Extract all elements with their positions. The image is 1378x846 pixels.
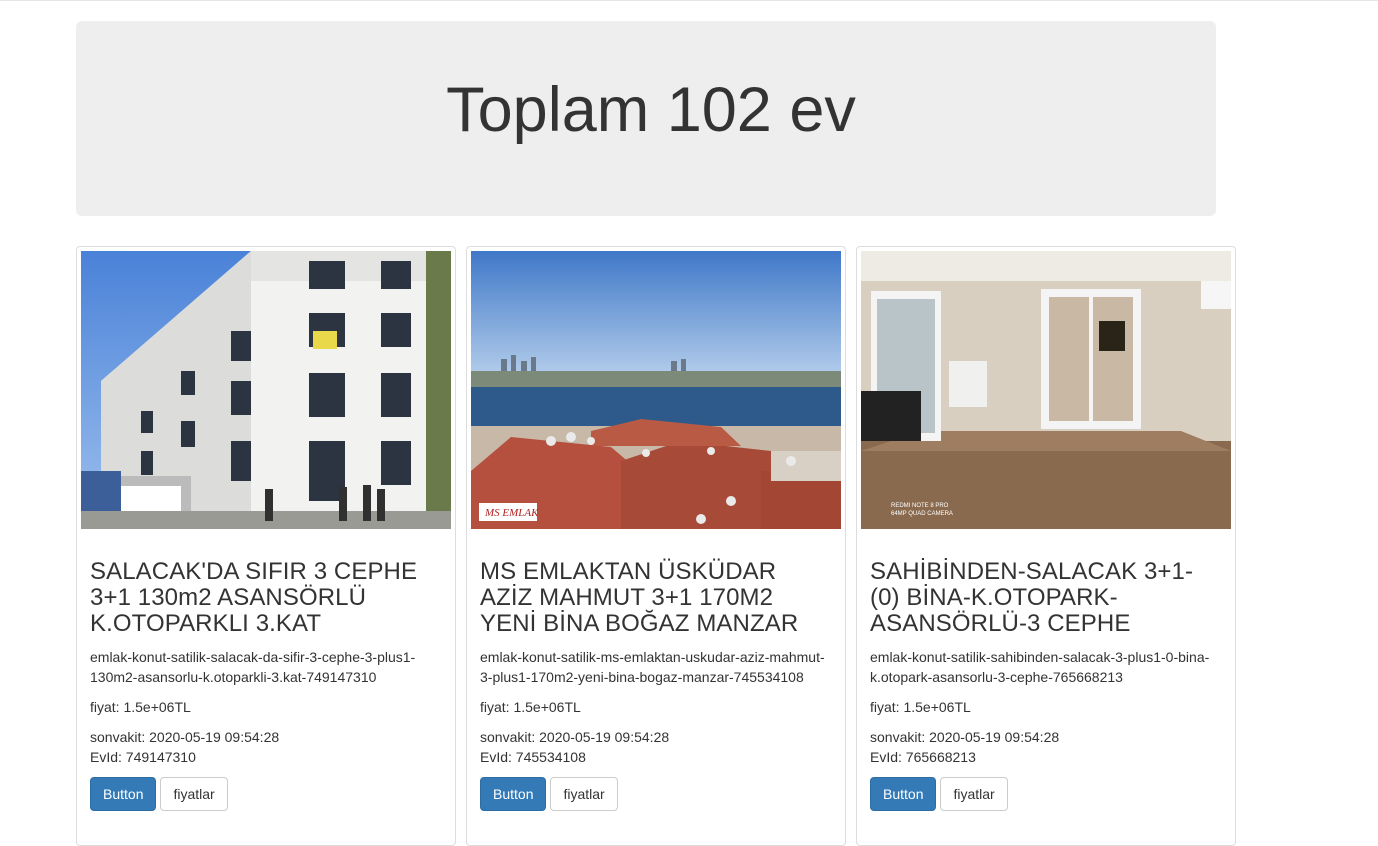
listing-actions: Button fiyatlar [90, 777, 442, 811]
listing-title: SAHİBİNDEN-SALACAK 3+1-(0) BİNA-K.OTOPAR… [870, 558, 1194, 637]
listing-slug: emlak-konut-satilik-sahibinden-salacak-3… [870, 649, 1210, 685]
listing-photo[interactable]: MS EMLAK [471, 251, 841, 529]
listing-actions: Button fiyatlar [870, 777, 1222, 811]
listing-price: fiyat: 1.5e+06TL [90, 699, 191, 715]
listing-last-time: sonvakit: 2020-05-19 09:54:28 [90, 729, 280, 745]
prices-button[interactable]: fiyatlar [160, 777, 228, 811]
listing-photo[interactable]: REDMI NOTE 8 PRO 64MP QUAD CAMERA [861, 251, 1231, 529]
listing-last-time: sonvakit: 2020-05-19 09:54:28 [870, 729, 1060, 745]
top-divider [0, 0, 1378, 1]
prices-button[interactable]: fiyatlar [940, 777, 1008, 811]
listing-price: fiyat: 1.5e+06TL [870, 699, 971, 715]
listing-slug: emlak-konut-satilik-salacak-da-sifir-3-c… [90, 649, 416, 685]
primary-button[interactable]: Button [870, 777, 937, 811]
listing-title: SALACAK'DA SIFIR 3 CEPHE 3+1 130m2 ASANS… [90, 558, 418, 637]
listing-actions: Button fiyatlar [480, 777, 832, 811]
listing-card: MS EMLAK MS EMLAKTAN ÜSKÜDAR AZİZ MAHMUT… [466, 246, 846, 846]
listing-card: SALACAK'DA SIFIR 3 CEPHE 3+1 130m2 ASANS… [76, 246, 456, 846]
camera-watermark-text: REDMI NOTE 8 PRO [891, 503, 949, 509]
listing-title: MS EMLAKTAN ÜSKÜDAR AZİZ MAHMUT 3+1 170M… [480, 558, 799, 637]
listing-last-time: sonvakit: 2020-05-19 09:54:28 [480, 729, 670, 745]
header-jumbotron: Toplam 102 ev [76, 21, 1216, 216]
primary-button[interactable]: Button [90, 777, 157, 811]
page-title: Toplam 102 ev [446, 75, 856, 145]
listing-price: fiyat: 1.5e+06TL [480, 699, 581, 715]
listing-ev-id: EvId: 765668213 [870, 749, 976, 765]
primary-button[interactable]: Button [480, 777, 547, 811]
listing-photo[interactable] [81, 251, 451, 529]
svg-text:64MP QUAD CAMERA: 64MP QUAD CAMERA [891, 511, 953, 517]
prices-button[interactable]: fiyatlar [550, 777, 618, 811]
listing-slug: emlak-konut-satilik-ms-emlaktan-uskudar-… [480, 649, 825, 685]
listing-ev-id: EvId: 745534108 [480, 749, 586, 765]
agency-logo-text: MS EMLAK [484, 507, 539, 519]
listing-ev-id: EvId: 749147310 [90, 749, 196, 765]
listing-card: REDMI NOTE 8 PRO 64MP QUAD CAMERA SAHİBİ… [856, 246, 1236, 846]
